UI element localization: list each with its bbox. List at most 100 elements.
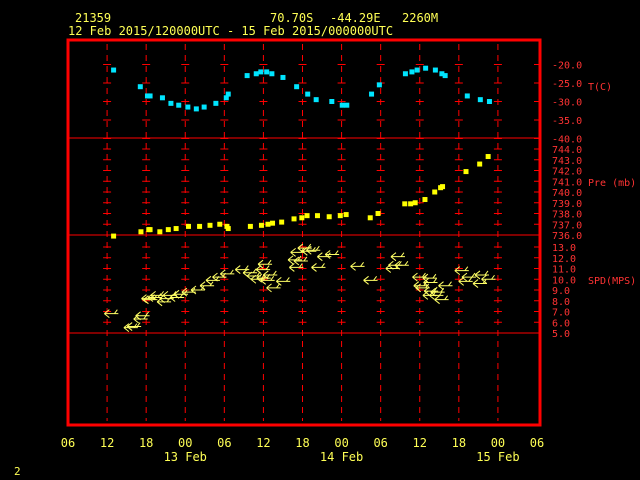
y-tick-label: -30.0 (552, 98, 582, 109)
wind-barb (289, 263, 304, 272)
temperature-point (176, 102, 182, 108)
y-tick-label: 742.0 (552, 167, 582, 178)
temperature-point (147, 93, 153, 99)
wind-barb (458, 277, 473, 286)
wind-barb (123, 323, 138, 333)
x-tick-label: 12 (413, 436, 427, 450)
x-tick-label: 18 (295, 436, 309, 450)
temperature-point (477, 97, 483, 103)
pressure-point (408, 201, 414, 207)
x-tick-label: 12 (100, 436, 114, 450)
meteogram-chart: -20.0 -25.0 -30.0 -35.0 -40.0744.0743.0742.0… (61, 38, 636, 464)
y-tick-label: 743.0 (552, 156, 582, 167)
date-label: 15 Feb (476, 450, 519, 464)
pressure-point (375, 211, 381, 216)
temperature-point (423, 65, 429, 71)
temperature-point (464, 93, 470, 99)
pressure-point (247, 223, 253, 229)
y-tick-label: 10.0 (552, 275, 576, 286)
y-tick-label: 8.0 (552, 297, 570, 308)
pressure-point (138, 229, 144, 235)
temperature-point (159, 95, 165, 101)
temperature-point (414, 67, 420, 73)
temperature-point (258, 69, 264, 75)
y-tick-label: 744.0 (552, 145, 582, 156)
wind-barb (266, 283, 281, 293)
y-tick-label: 739.0 (552, 199, 582, 210)
panel-label: Pre (mb) (588, 178, 636, 189)
wind-barb (390, 252, 405, 262)
date-label: 13 Feb (164, 450, 207, 464)
temperature-point (294, 84, 300, 90)
temperature-point (486, 99, 492, 104)
temperature-point (339, 102, 345, 108)
y-tick-label: 12.0 (552, 254, 576, 265)
temperature-point (344, 102, 350, 108)
panel-label: SPD(MPS) (588, 276, 636, 287)
x-tick-label: 06 (530, 436, 544, 450)
x-tick-label: 06 (61, 436, 75, 450)
pressure-point (291, 216, 297, 222)
pressure-point (270, 220, 276, 226)
y-tick-label: -25.0 (552, 79, 582, 90)
y-tick-label: -40.0 (552, 135, 582, 146)
y-tick-label: -35.0 (552, 116, 582, 127)
wind-barb (275, 277, 291, 286)
temperature-point (111, 67, 117, 73)
x-tick-label: 18 (452, 436, 466, 450)
wind-barb (434, 295, 449, 305)
y-tick-label: -20.0 (552, 61, 582, 72)
x-tick-label: 00 (178, 436, 192, 450)
pressure-point (485, 154, 491, 160)
x-tick-label: 00 (334, 436, 348, 450)
temperature-point (369, 91, 375, 97)
wind-barb (472, 279, 488, 288)
temperature-point (442, 73, 448, 79)
temperature-point (244, 73, 250, 79)
pressure-point (111, 233, 117, 239)
wind-barb (190, 285, 205, 295)
date-label: 14 Feb (320, 450, 363, 464)
pressure-point (304, 213, 310, 219)
pressure-point (337, 213, 343, 219)
pressure-point (265, 221, 271, 227)
temperature-point (168, 100, 174, 106)
y-tick-label: 9.0 (552, 286, 570, 297)
temperature-point (213, 100, 219, 106)
temperature-point (329, 99, 335, 104)
temperature-point (409, 69, 415, 75)
pressure-point (367, 215, 373, 221)
x-tick-label: 12 (256, 436, 270, 450)
pressure-point (422, 197, 428, 203)
temperature-point (305, 91, 311, 97)
temperature-point (193, 106, 199, 112)
wind-barb (438, 281, 453, 291)
pressure-point (207, 222, 213, 228)
wind-barb (461, 272, 476, 282)
x-tick-label: 00 (491, 436, 505, 450)
y-tick-label: 736.0 (552, 231, 582, 242)
wind-barb (324, 250, 340, 259)
pressure-point (402, 201, 408, 207)
pressure-point (217, 221, 223, 227)
pressure-point (326, 214, 332, 220)
pressure-point (463, 169, 469, 175)
temperature-point (313, 97, 319, 103)
temperature-point (269, 71, 275, 77)
temperature-point (201, 104, 207, 110)
pressure-point (314, 213, 320, 219)
temperature-point (432, 67, 438, 73)
y-tick-label: 7.0 (552, 308, 570, 319)
pressure-point (299, 215, 305, 221)
y-tick-label: 740.0 (552, 188, 582, 199)
x-tick-label: 18 (139, 436, 153, 450)
pressure-point (147, 227, 153, 233)
temperature-point (376, 82, 382, 88)
pressure-point (432, 189, 438, 195)
temperature-point (225, 91, 231, 97)
y-tick-label: 738.0 (552, 210, 582, 221)
pressure-point (412, 200, 418, 206)
temperature-point (264, 69, 270, 75)
wind-barb (474, 270, 489, 280)
wind-barb (363, 275, 378, 285)
